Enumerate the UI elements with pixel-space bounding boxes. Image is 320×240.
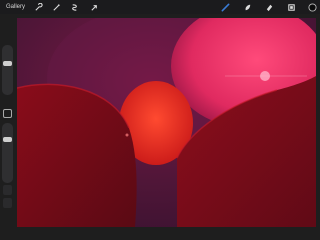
top-toolbar: Gallery <box>0 0 320 14</box>
selection-icon[interactable] <box>69 2 79 12</box>
left-sidebar <box>0 45 15 211</box>
transform-arrow-icon[interactable] <box>89 2 99 12</box>
smudge-icon[interactable] <box>242 2 252 12</box>
drawing-canvas[interactable] <box>17 18 316 227</box>
brush-size-handle[interactable] <box>3 61 12 66</box>
color-swatch-icon[interactable] <box>307 2 317 12</box>
brush-icon[interactable] <box>220 2 230 12</box>
brush-size-slider[interactable] <box>2 45 13 95</box>
modify-button[interactable] <box>3 109 12 118</box>
opacity-handle[interactable] <box>3 137 12 142</box>
wrench-icon[interactable] <box>33 2 43 12</box>
opacity-slider[interactable] <box>2 123 13 183</box>
painting-artwork <box>17 18 316 227</box>
undo-button[interactable] <box>3 185 12 195</box>
gallery-button[interactable]: Gallery <box>6 4 25 10</box>
redo-button[interactable] <box>3 198 12 208</box>
eraser-icon[interactable] <box>264 2 274 12</box>
layers-icon[interactable] <box>286 2 296 12</box>
magic-wand-icon[interactable] <box>51 2 61 12</box>
